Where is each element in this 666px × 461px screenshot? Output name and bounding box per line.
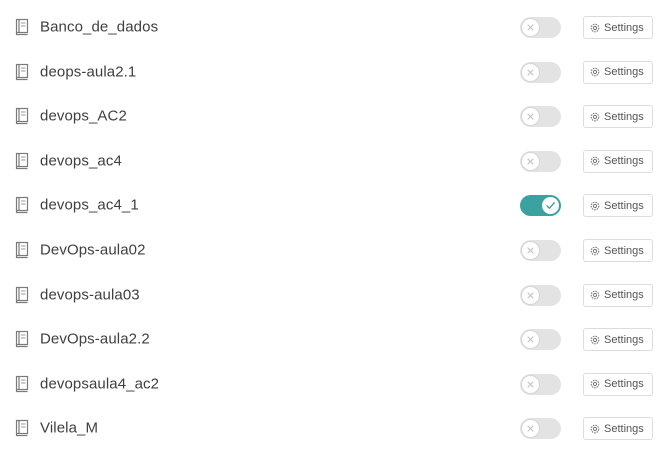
repository-name: devopsaula4_ac2 [40, 375, 160, 393]
gear-icon [590, 156, 600, 166]
repository-name: devops-aula03 [40, 286, 140, 304]
repository-toggle[interactable] [520, 195, 561, 217]
toggle-knob [521, 107, 540, 127]
settings-button[interactable]: Settings [583, 60, 653, 84]
toggle-knob [521, 419, 540, 439]
repository-row: Banco_de_dados Settings [0, 5, 666, 49]
repo-book-icon [15, 18, 29, 36]
toggle-knob [521, 241, 540, 260]
toggle-knob [521, 62, 540, 82]
repository-toggle[interactable] [520, 150, 561, 172]
toggle-knob [541, 196, 560, 216]
gear-icon [590, 112, 600, 122]
repo-book-icon [15, 420, 29, 437]
gear-icon [590, 246, 600, 255]
repository-name: Vilela_M [40, 419, 99, 437]
toggle-knob [521, 18, 540, 37]
gear-icon [590, 290, 600, 300]
x-icon [527, 336, 534, 343]
settings-button[interactable]: Settings [583, 239, 653, 262]
repository-row: deops-aula2.1 Settings [0, 50, 666, 94]
gear-icon [590, 67, 600, 77]
repo-book-icon [15, 152, 29, 169]
repository-row: devops_ac4 Settings [0, 139, 666, 183]
repository-toggle[interactable] [520, 418, 561, 440]
repo-book-icon [15, 108, 29, 125]
toggle-knob [521, 151, 540, 171]
x-icon [527, 158, 534, 165]
repository-row: devops_ac4_1 Settings [0, 183, 666, 227]
repository-row: devopsaula4_ac2 Settings [0, 362, 666, 406]
settings-label: Settings [604, 422, 644, 435]
check-icon [546, 202, 555, 210]
repository-toggle[interactable] [520, 373, 561, 395]
repository-name: DevOps-aula02 [40, 241, 146, 259]
settings-button[interactable]: Settings [583, 417, 653, 441]
repo-book-icon [15, 331, 29, 348]
repository-row: devops_AC2 Settings [0, 94, 666, 138]
repository-toggle[interactable] [520, 240, 561, 261]
toggle-knob [521, 330, 540, 350]
x-icon [527, 291, 534, 299]
repository-row: Vilela_M Settings [0, 406, 666, 450]
repository-toggle[interactable] [520, 284, 561, 306]
gear-icon [590, 424, 600, 434]
x-icon [527, 24, 534, 31]
repository-name: DevOps-aula2.2 [40, 330, 150, 348]
x-icon [527, 113, 534, 120]
repo-book-icon [15, 197, 29, 214]
gear-icon [590, 23, 600, 32]
repository-list: Banco_de_dados Settings deops-aula2.1 Se… [0, 0, 666, 461]
repo-book-icon [15, 63, 29, 80]
toggle-knob [521, 374, 540, 394]
settings-label: Settings [604, 155, 644, 168]
repository-toggle[interactable] [520, 61, 561, 83]
repo-book-icon [15, 241, 29, 259]
x-icon [527, 425, 534, 432]
settings-label: Settings [604, 378, 644, 391]
settings-label: Settings [604, 333, 644, 346]
settings-button[interactable]: Settings [583, 372, 653, 396]
settings-label: Settings [604, 289, 644, 302]
repository-row: devops-aula03 Settings [0, 273, 666, 317]
repository-row: DevOps-aula2.2 Settings [0, 317, 666, 361]
repository-name: devops_AC2 [40, 107, 127, 125]
settings-button[interactable]: Settings [583, 328, 653, 352]
gear-icon [590, 201, 600, 211]
settings-label: Settings [604, 110, 644, 123]
repository-toggle[interactable] [520, 17, 561, 38]
settings-button[interactable]: Settings [583, 194, 653, 218]
repo-book-icon [15, 375, 29, 392]
repository-name: devops_ac4 [40, 152, 122, 170]
gear-icon [590, 335, 600, 345]
toggle-knob [521, 285, 540, 305]
settings-label: Settings [604, 199, 644, 212]
settings-button[interactable]: Settings [583, 283, 653, 307]
x-icon [527, 381, 534, 388]
repository-name: devops_ac4_1 [40, 196, 139, 214]
settings-label: Settings [604, 21, 644, 34]
settings-button[interactable]: Settings [583, 16, 653, 39]
repo-book-icon [15, 286, 29, 303]
settings-label: Settings [604, 66, 644, 79]
repository-toggle[interactable] [520, 106, 561, 128]
gear-icon [590, 379, 600, 389]
settings-label: Settings [604, 244, 644, 257]
settings-button[interactable]: Settings [583, 149, 653, 173]
repository-row: DevOps-aula02 Settings [0, 228, 666, 272]
settings-button[interactable]: Settings [583, 105, 653, 129]
repository-toggle[interactable] [520, 329, 561, 351]
repository-name: Banco_de_dados [40, 18, 159, 36]
x-icon [527, 68, 534, 76]
repository-name: deops-aula2.1 [40, 63, 137, 81]
x-icon [527, 247, 534, 254]
